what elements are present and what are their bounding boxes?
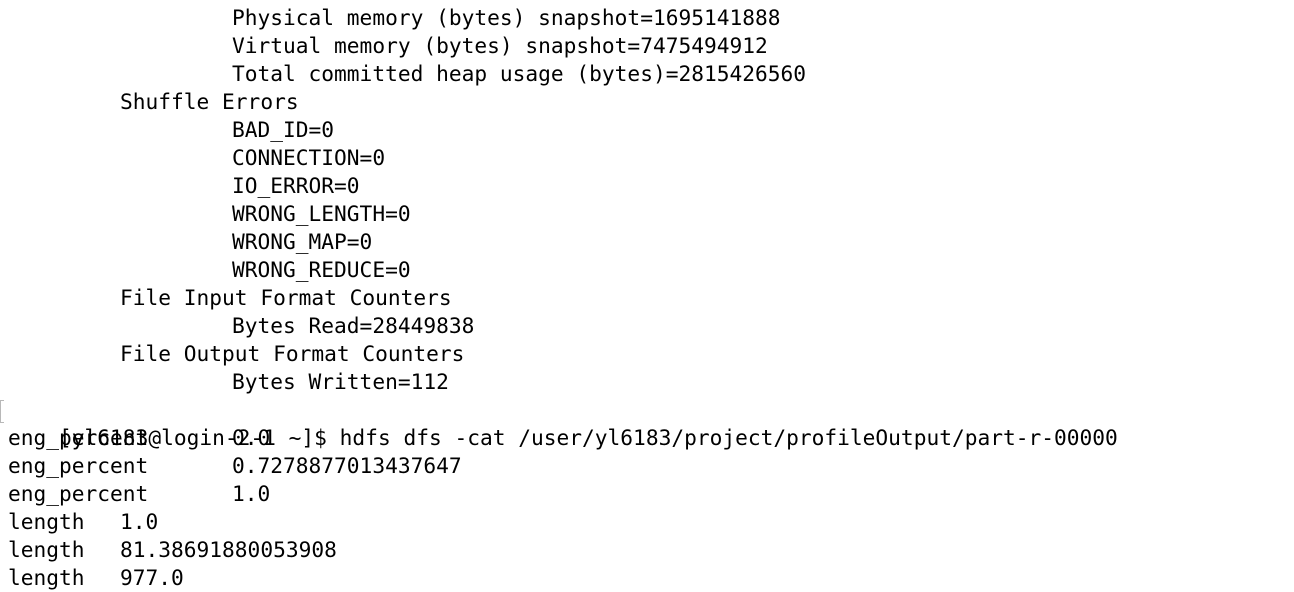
counter-group-heading: File Input Format Counters [120,285,452,310]
command-line: [yl6183@login-2-1 ~]$ hdfs dfs -cat /use… [0,396,1294,450]
terminal-output[interactable]: Physical memory (bytes) snapshot=1695141… [0,4,1294,592]
output-value: 1.0 [232,481,271,506]
output-row: eng_percent 0.0 [0,424,1294,452]
output-row: eng_percent 1.0 [0,480,1294,508]
prompt-mark-icon [0,400,4,423]
counter-group-heading: File Output Format Counters [120,341,465,366]
counter-line: Physical memory (bytes) snapshot=1695141… [232,5,781,30]
output-value: 0.7278877013437647 [232,453,462,478]
output-value: 977.0 [120,565,184,590]
output-row: length 81.38691880053908 [0,536,1294,564]
output-value: 0.0 [232,425,271,450]
command-output-block: eng_percent 0.0 eng_percent 0.7278877013437… [0,424,1294,592]
counter-line: Bytes Read=28449838 [232,313,475,338]
counter-line: WRONG_MAP=0 [232,229,373,254]
output-key: length [8,537,85,562]
counter-line: IO_ERROR=0 [232,173,360,198]
output-key: eng_percent [8,453,149,478]
output-row: eng_percent 0.7278877013437647 [0,452,1294,480]
output-key: length [8,565,85,590]
counter-line: CONNECTION=0 [232,145,386,170]
output-value: 1.0 [120,509,159,534]
job-counters-block: Physical memory (bytes) snapshot=1695141… [0,4,1294,396]
counter-line: Total committed heap usage (bytes)=28154… [232,61,807,86]
output-row: length 1.0 [0,508,1294,536]
output-value: 81.38691880053908 [120,537,337,562]
output-key: eng_percent [8,425,149,450]
counter-line: Bytes Written=112 [232,369,449,394]
counter-line: WRONG_LENGTH=0 [232,201,411,226]
output-row: length 977.0 [0,564,1294,592]
counter-group-heading: Shuffle Errors [120,89,299,114]
counter-line: BAD_ID=0 [232,117,335,142]
counter-line: Virtual memory (bytes) snapshot=74754949… [232,33,768,58]
counter-line: WRONG_REDUCE=0 [232,257,411,282]
output-key: eng_percent [8,481,149,506]
output-key: length [8,509,85,534]
